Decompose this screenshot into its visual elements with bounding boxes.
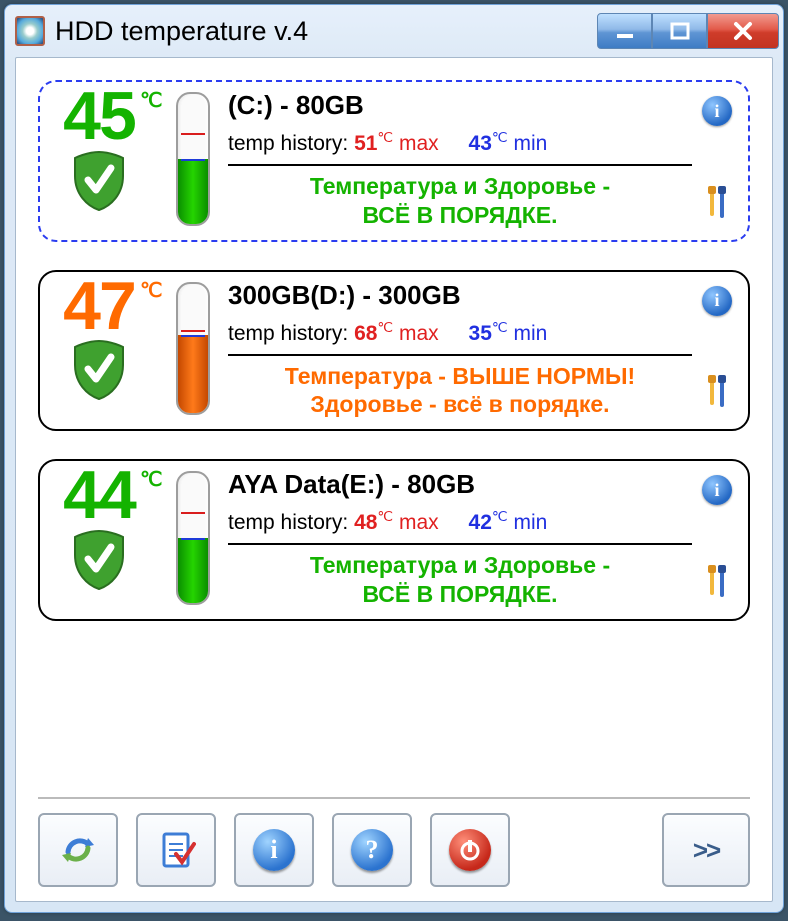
divider bbox=[228, 164, 692, 166]
help-icon: ? bbox=[351, 829, 393, 871]
drive-title: AYA Data(E:) - 80GB bbox=[228, 469, 692, 500]
health-shield-icon bbox=[71, 529, 127, 591]
toolbar: i ? >> bbox=[38, 797, 750, 887]
temp-value: 45 bbox=[63, 88, 135, 146]
client-area: ℃ 45 (C:) - 80GB temp history: 51℃ max 4… bbox=[15, 57, 773, 902]
maximize-button[interactable] bbox=[652, 13, 707, 49]
drive-title: 300GB(D:) - 300GB bbox=[228, 280, 692, 311]
app-window: HDD temperature v.4 ℃ 45 bbox=[4, 4, 784, 913]
drive-card[interactable]: ℃ 45 (C:) - 80GB temp history: 51℃ max 4… bbox=[38, 80, 750, 242]
power-button[interactable] bbox=[430, 813, 510, 887]
options-button[interactable] bbox=[136, 813, 216, 887]
drive-info-button[interactable]: i bbox=[702, 96, 732, 126]
divider bbox=[228, 543, 692, 545]
close-icon bbox=[731, 19, 755, 43]
thermometer bbox=[176, 282, 210, 416]
temp-value: 47 bbox=[63, 278, 135, 336]
temp-unit: ℃ bbox=[140, 88, 162, 113]
health-shield-icon bbox=[71, 150, 127, 212]
title-bar[interactable]: HDD temperature v.4 bbox=[5, 5, 783, 57]
maximize-icon bbox=[669, 20, 691, 42]
app-icon bbox=[15, 16, 45, 46]
thermometer bbox=[176, 471, 210, 605]
drive-info-button[interactable]: i bbox=[702, 286, 732, 316]
settings-tools-icon[interactable] bbox=[707, 563, 727, 601]
minimize-icon bbox=[614, 20, 636, 42]
refresh-icon bbox=[58, 830, 98, 870]
clipboard-check-icon bbox=[156, 830, 196, 870]
more-label: >> bbox=[693, 835, 719, 866]
temp-unit: ℃ bbox=[140, 467, 162, 492]
refresh-button[interactable] bbox=[38, 813, 118, 887]
settings-tools-icon[interactable] bbox=[707, 184, 727, 222]
info-icon: i bbox=[714, 290, 719, 311]
settings-tools-icon[interactable] bbox=[707, 373, 727, 411]
power-icon bbox=[449, 829, 491, 871]
close-button[interactable] bbox=[707, 13, 779, 49]
drive-title: (C:) - 80GB bbox=[228, 90, 692, 121]
temp-unit: ℃ bbox=[140, 278, 162, 303]
temp-history: temp history: 48℃ max 42℃ min bbox=[228, 508, 692, 535]
help-button[interactable]: ? bbox=[332, 813, 412, 887]
info-icon: i bbox=[714, 101, 719, 122]
window-title: HDD temperature v.4 bbox=[55, 16, 308, 47]
divider bbox=[228, 354, 692, 356]
status-text: Температура и Здоровье - ВСЁ В ПОРЯДКЕ. bbox=[228, 172, 692, 230]
temp-value: 44 bbox=[63, 467, 135, 525]
status-text: Температура - ВЫШЕ НОРМЫ! Здоровье - всё… bbox=[228, 362, 692, 420]
info-button[interactable]: i bbox=[234, 813, 314, 887]
drive-card[interactable]: ℃ 47 300GB(D:) - 300GB temp history: 68℃… bbox=[38, 270, 750, 432]
info-icon: i bbox=[714, 480, 719, 501]
status-text: Температура и Здоровье - ВСЁ В ПОРЯДКЕ. bbox=[228, 551, 692, 609]
more-button[interactable]: >> bbox=[662, 813, 750, 887]
drive-info-button[interactable]: i bbox=[702, 475, 732, 505]
drive-card[interactable]: ℃ 44 AYA Data(E:) - 80GB temp history: 4… bbox=[38, 459, 750, 621]
temp-history: temp history: 51℃ max 43℃ min bbox=[228, 129, 692, 156]
info-icon: i bbox=[253, 829, 295, 871]
temp-history: temp history: 68℃ max 35℃ min bbox=[228, 319, 692, 346]
health-shield-icon bbox=[71, 339, 127, 401]
thermometer bbox=[176, 92, 210, 226]
minimize-button[interactable] bbox=[597, 13, 652, 49]
